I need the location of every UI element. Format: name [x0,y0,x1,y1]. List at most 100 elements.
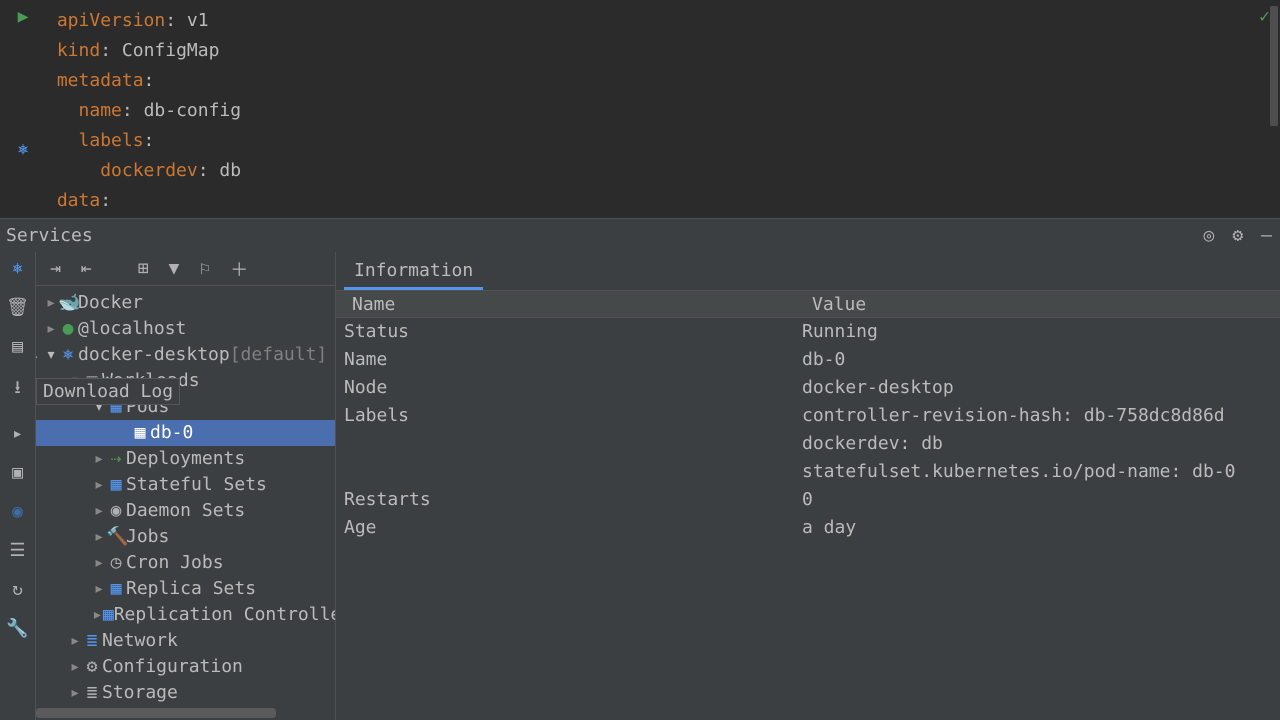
tree-row[interactable]: ≣Storage [36,680,335,706]
tree-type-icon: 🔨 [106,524,126,550]
info-row: Namedb-0 [336,346,1280,374]
info-name: Labels [336,402,802,486]
info-value: 0 [802,486,813,514]
tree-type-icon: ⚙ [82,654,102,680]
chevron-right-icon[interactable] [92,602,103,628]
tree-label: db-0 [150,420,193,446]
info-row: Agea day [336,514,1280,542]
info-value: controller-revision-hash: db-758dc8d86d … [802,402,1235,486]
chevron-down-icon[interactable] [44,342,58,368]
info-area: Information Name Value StatusRunningName… [336,252,1280,720]
code-block[interactable]: apiVersion: v1 kind: ConfigMap metadata:… [46,0,241,218]
gear-icon[interactable]: ⚙ [1232,225,1243,246]
chevron-right-icon[interactable] [92,576,106,602]
document-icon[interactable]: ▤ [12,336,23,357]
tree-toolbar: ⇥ ⇤ ⊞ ▼ ⚐ ＋ [36,252,335,286]
layout-icon[interactable]: ⊞ [138,258,149,279]
info-name: Age [336,514,802,542]
chevron-right-icon[interactable] [92,472,106,498]
chevron-right-icon[interactable] [44,316,58,342]
info-row: StatusRunning [336,318,1280,346]
tree-label: Replication Controlle [114,602,336,628]
info-row: Nodedocker-desktop [336,374,1280,402]
target-icon[interactable]: ◎ [1203,225,1214,246]
chevron-right-icon[interactable] [92,446,106,472]
tree-row[interactable]: ⇢Deployments [36,446,335,472]
info-grid: StatusRunningNamedb-0Nodedocker-desktopL… [336,318,1280,542]
tree-row[interactable]: ▦Replica Sets [36,576,335,602]
tree-type-icon: ● [58,316,78,342]
info-name: Restarts [336,486,802,514]
follow-log-icon[interactable]: ▣ [12,462,23,483]
editor[interactable]: ▶ ⎈ apiVersion: v1 kind: ConfigMap metad… [0,0,1280,218]
tree-row[interactable]: ◉Daemon Sets [36,498,335,524]
chevron-right-icon[interactable] [92,498,106,524]
services-side-toolbar: ⎈ 🗑 ▤ ⭳ ▸ ▣ ◉ ☰ ↻ 🔧 [0,252,36,720]
tree-label: Cron Jobs [126,550,224,576]
chevron-right-icon[interactable] [44,290,58,316]
tree-row[interactable]: ⚙Configuration [36,654,335,680]
info-row: Labelscontroller-revision-hash: db-758dc… [336,402,1280,486]
info-header-name: Name [336,294,802,315]
info-value: docker-desktop [802,374,954,402]
collapse-icon[interactable]: ⇤ [81,258,92,279]
tree-row[interactable]: ≣Network [36,628,335,654]
services-tree-area: ⇥ ⇤ ⊞ ▼ ⚐ ＋ Download Log 🐋Docker●@localh… [36,252,336,720]
tree-row[interactable]: ⎈docker-desktop [default] [36,342,335,368]
chevron-right-icon[interactable] [92,524,106,550]
tree-row[interactable]: ▦db-0 [36,420,335,446]
chevron-right-icon[interactable] [68,680,82,706]
filter-icon[interactable]: ▼ [169,258,180,279]
editor-scrollbar[interactable] [1270,6,1278,126]
tree-hscrollbar[interactable] [36,708,276,718]
analysis-ok-icon[interactable]: ✓ [1259,6,1270,27]
info-grid-header: Name Value [336,290,1280,318]
tree-label: Stateful Sets [126,472,267,498]
add-icon[interactable]: ＋ [230,256,248,282]
tree-type-icon: ◉ [106,498,126,524]
chevron-right-icon[interactable] [92,550,106,576]
tree-label: Replica Sets [126,576,256,602]
download-log-icon[interactable]: ⭳ [14,375,20,405]
services-panel-body: ⎈ 🗑 ▤ ⭳ ▸ ▣ ◉ ☰ ↻ 🔧 ⇥ ⇤ ⊞ ▼ ⚐ ＋ Download… [0,252,1280,720]
tree-label: Network [102,628,178,654]
bookmark-icon[interactable]: ⚐ [199,258,210,279]
stack-icon[interactable]: ☰ [9,540,25,561]
tree-label: Docker [78,290,143,316]
tree-label: @localhost [78,316,186,342]
tree-type-icon: ≣ [82,680,102,706]
minimize-icon[interactable]: — [1261,225,1272,246]
tree-type-icon: ▦ [103,602,114,628]
info-value: db-0 [802,346,845,374]
tree-label: Storage [102,680,178,706]
tree-label: Jobs [126,524,169,550]
tree-type-icon: ◷ [106,550,126,576]
panel-title: Services [6,225,93,246]
chevron-right-icon[interactable] [68,654,82,680]
kubernetes-icon[interactable]: ⎈ [12,258,23,279]
tooltip: Download Log [36,378,180,405]
wrench-icon[interactable]: 🔧 [6,618,28,639]
tree-label: Deployments [126,446,245,472]
tree-row[interactable]: 🐋Docker [36,290,335,316]
record-icon[interactable]: ◉ [12,501,23,522]
info-value: a day [802,514,856,542]
chevron-right-icon[interactable] [68,628,82,654]
tree-row[interactable]: ▦Replication Controlle [36,602,335,628]
tree-row[interactable]: ▦Stateful Sets [36,472,335,498]
tree-row[interactable]: ●@localhost [36,316,335,342]
tree-label: docker-desktop [78,342,230,368]
run-icon[interactable]: ▶ [18,6,29,27]
services-tree[interactable]: 🐋Docker●@localhost⎈docker-desktop [defau… [36,286,335,706]
trash-icon[interactable]: 🗑 [6,297,29,318]
tree-type-icon: ⎈ [58,342,78,368]
tree-row[interactable]: 🔨Jobs [36,524,335,550]
expand-icon[interactable]: ⇥ [50,258,61,279]
tree-type-icon: ▦ [106,472,126,498]
tree-row[interactable]: ◷Cron Jobs [36,550,335,576]
refresh-icon[interactable]: ↻ [12,579,23,600]
tab-information[interactable]: Information [344,256,483,290]
kubernetes-icon[interactable]: ⎈ [18,139,29,160]
terminal-icon[interactable]: ▸ [12,423,23,444]
info-value: Running [802,318,878,346]
